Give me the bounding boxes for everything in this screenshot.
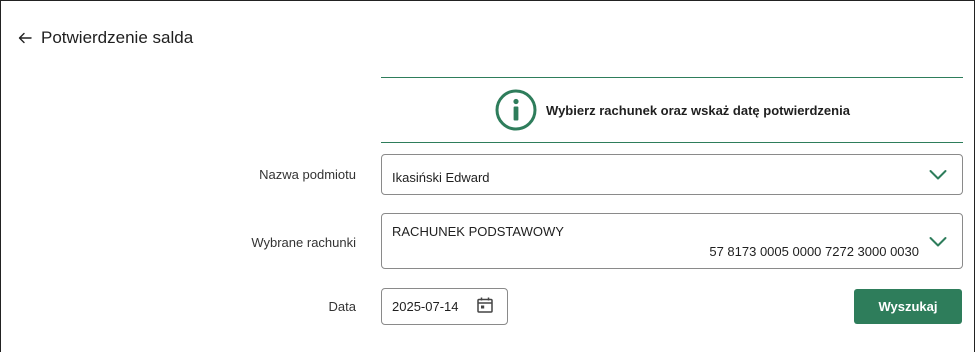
page-title: Potwierdzenie salda: [41, 28, 194, 47]
entity-label: Nazwa podmiotu: [259, 167, 356, 182]
chevron-down-icon: [929, 237, 947, 247]
page-frame: Potwierdzenie salda Wybierz rachunek ora…: [0, 0, 975, 352]
date-value: 2025-07-14: [392, 299, 459, 314]
search-button[interactable]: Wyszukaj: [854, 289, 962, 324]
accounts-label: Wybrane rachunki: [251, 235, 356, 250]
account-number: 57 8173 0005 0000 7272 3000 0030: [709, 244, 919, 259]
accounts-select[interactable]: RACHUNEK PODSTAWOWY 57 8173 0005 0000 72…: [381, 213, 963, 269]
date-label: Data: [328, 299, 356, 314]
calendar-icon[interactable]: [476, 296, 494, 314]
date-input[interactable]: 2025-07-14: [381, 288, 508, 325]
back-link[interactable]: Potwierdzenie salda: [17, 28, 193, 48]
chevron-down-icon: [929, 170, 947, 180]
account-type: RACHUNEK PODSTAWOWY: [392, 224, 564, 239]
entity-select[interactable]: Ikasiński Edward: [381, 154, 963, 195]
info-banner: Wybierz rachunek oraz wskaż datę potwier…: [381, 77, 963, 143]
entity-value: Ikasiński Edward: [392, 170, 490, 185]
info-icon: [495, 89, 537, 131]
info-message: Wybierz rachunek oraz wskaż datę potwier…: [546, 102, 850, 118]
arrow-left-icon: [18, 32, 32, 44]
